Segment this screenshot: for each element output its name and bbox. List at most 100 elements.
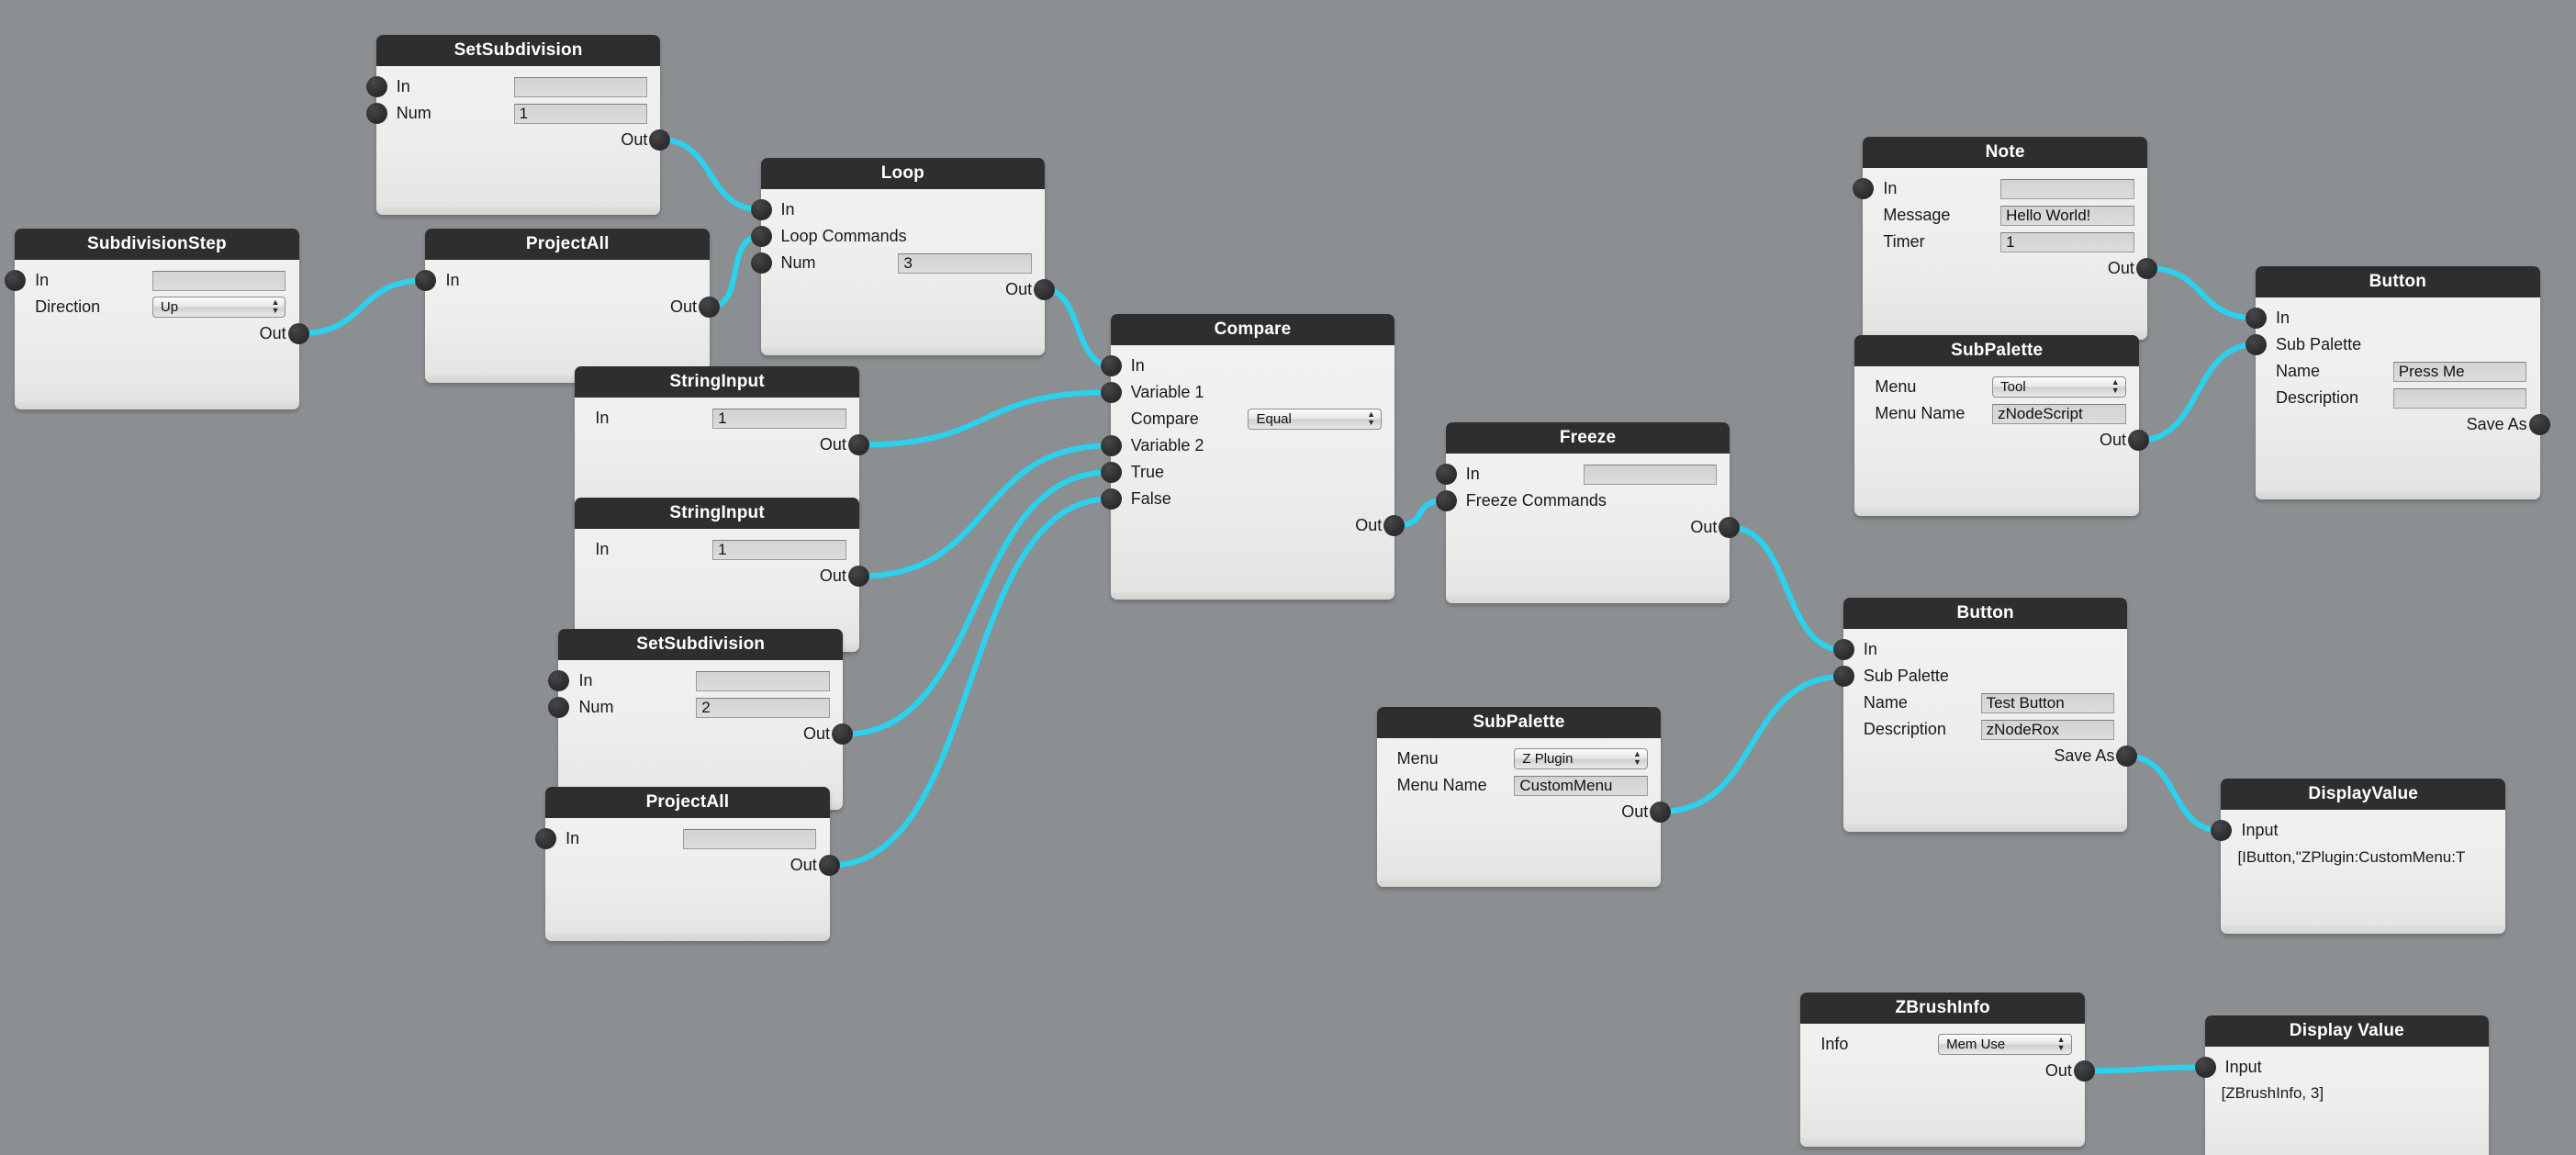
port-in-sub-palette[interactable] [2246, 333, 2268, 355]
port-out-out[interactable] [847, 566, 869, 588]
node-body: In Loop Commands Num 3 Out [750, 189, 1056, 347]
field-num[interactable]: 2 [696, 698, 830, 719]
port-in-in[interactable] [750, 198, 772, 220]
field-in[interactable] [151, 270, 286, 291]
port-in-in[interactable] [365, 75, 387, 97]
port-in-in[interactable] [5, 269, 27, 291]
port-in-variable-1[interactable] [1100, 381, 1122, 403]
port-in-in[interactable] [1832, 639, 1854, 661]
node-subpalette-1[interactable]: SubPalette Menu Tool ▲ ▼ Menu Name zNodeScript… [1854, 335, 2149, 516]
port-in-num[interactable] [548, 697, 570, 719]
node-zbrushinfo-1[interactable]: ZBrushInfo Info Mem Use ▲ ▼ Out [1800, 992, 2095, 1148]
port-in-num[interactable] [750, 252, 772, 274]
port-out-out[interactable] [1719, 516, 1741, 538]
node-displayvalue-1[interactable]: DisplayValue Input [IButton,"ZPlugin:Custo… [2211, 779, 2506, 934]
port-out-out[interactable] [699, 296, 721, 318]
node-row: Sub Palette [1832, 663, 2128, 690]
port-in-in[interactable] [2246, 307, 2268, 329]
field-name[interactable]: Press Me [2392, 361, 2527, 382]
select-info[interactable]: Mem Use ▲ ▼ [1938, 1033, 2072, 1055]
port-out-out[interactable] [649, 129, 671, 151]
field-menu-name[interactable]: CustomMenu [1514, 775, 1648, 796]
field-in[interactable]: 1 [712, 409, 846, 430]
field-in[interactable] [513, 76, 648, 97]
port-out-out[interactable] [2073, 1060, 2095, 1082]
port-in-input[interactable] [2211, 820, 2233, 842]
node-body: In Out [415, 260, 721, 375]
node-setsubdivision-2[interactable]: SetSubdivision In Num 2 Out [548, 629, 854, 811]
port-in-input[interactable] [2194, 1056, 2216, 1078]
port-in-in[interactable] [415, 269, 437, 291]
field-num[interactable]: 3 [898, 252, 1032, 274]
port-in-freeze-commands[interactable] [1435, 489, 1457, 511]
port-in-loop-commands[interactable] [750, 225, 772, 247]
port-in-sub-palette[interactable] [1832, 666, 1854, 688]
field-message[interactable]: Hello World! [2000, 205, 2134, 226]
node-title: SetSubdivision [375, 34, 661, 66]
field-in[interactable] [696, 671, 830, 692]
port-out-out[interactable] [832, 723, 854, 746]
node-projectall-2[interactable]: ProjectAll In Out [535, 787, 840, 942]
port-in-in[interactable] [548, 670, 570, 692]
port-in-false[interactable] [1100, 488, 1122, 510]
field-description[interactable]: zNodeRox [1980, 720, 2115, 741]
field-in[interactable] [1583, 464, 1718, 485]
field-menu-name[interactable]: zNodeScript [1992, 404, 2126, 425]
port-out-out[interactable] [287, 322, 309, 344]
port-in-in[interactable] [1853, 177, 1875, 199]
node-button-1[interactable]: Button In Sub Palette Name Press Me Descripti… [2246, 265, 2550, 500]
node-footer [15, 400, 299, 409]
row-label: Num [780, 252, 816, 272]
port-out-save-as[interactable] [2528, 413, 2550, 435]
field-description[interactable] [2392, 387, 2527, 409]
node-row: Message Hello World! [1863, 202, 2147, 229]
node-subpalette-2[interactable]: SubPalette Menu Z Plugin ▲ ▼ Menu Name CustomM… [1376, 706, 1672, 888]
node-body: In Sub Palette Name Press Me Description Save… [2246, 297, 2550, 491]
port-in-variable-2[interactable] [1100, 434, 1122, 456]
port-out-out[interactable] [2127, 430, 2149, 452]
port-out-out[interactable] [818, 855, 840, 877]
node-footer [2221, 925, 2506, 934]
field-name[interactable]: Test Button [1980, 693, 2115, 714]
row-label: In [595, 409, 610, 428]
field-timer[interactable]: 1 [2000, 231, 2134, 252]
port-out-out[interactable] [1383, 514, 1406, 536]
node-compare-1[interactable]: Compare In Variable 1 Compare Equal ▲ ▼ Variabl… [1100, 313, 1406, 600]
row-label: Description [1863, 720, 1946, 739]
port-in-in[interactable] [1100, 354, 1122, 376]
port-in-in[interactable] [535, 828, 557, 850]
node-setsubdivision-1[interactable]: SetSubdivision In Num 1 Out [365, 34, 671, 216]
node-displayvalue-2[interactable]: Display Value Input [ZBrushInfo, 3] [2194, 1015, 2490, 1155]
node-row: Out [1111, 512, 1406, 539]
select-menu[interactable]: Z Plugin ▲ ▼ [1514, 747, 1648, 769]
node-subdivisionstep-1[interactable]: SubdivisionStep In Direction Up ▲ ▼ Out [5, 228, 309, 409]
wire [2135, 342, 2259, 443]
node-freeze-1[interactable]: Freeze In Freeze Commands Out [1435, 421, 1741, 603]
field-in[interactable]: 1 [712, 540, 846, 561]
wire [2144, 265, 2259, 321]
wire [840, 469, 1114, 737]
port-out-out[interactable] [847, 434, 869, 456]
port-in-in[interactable] [1435, 463, 1457, 485]
row-label: Name [1863, 693, 1908, 712]
port-out-out[interactable] [2135, 257, 2157, 279]
select-menu[interactable]: Tool ▲ ▼ [1992, 376, 2126, 398]
node-graph-canvas[interactable]: SetSubdivision In Num 1 Out SubdivisionStep In… [0, 0, 2576, 1155]
select-compare[interactable]: Equal ▲ ▼ [1248, 408, 1382, 430]
port-out-out[interactable] [1650, 801, 1672, 823]
port-in-true[interactable] [1100, 461, 1122, 483]
node-button-2[interactable]: Button In Sub Palette Name Test Button Descri… [1832, 598, 2138, 832]
field-in[interactable] [682, 829, 817, 850]
row-label: Out [670, 297, 698, 316]
row-label: Menu [1396, 748, 1439, 768]
field-num[interactable]: 1 [513, 103, 648, 124]
port-out-out[interactable] [1034, 278, 1056, 300]
port-out-save-as[interactable] [2116, 746, 2138, 768]
node-loop-1[interactable]: Loop In Loop Commands Num 3 Out [750, 157, 1056, 355]
node-projectall-1[interactable]: ProjectAll In Out [415, 228, 721, 383]
port-in-num[interactable] [365, 102, 387, 124]
node-note-1[interactable]: Note In Message Hello World! Timer 1 Out [1853, 136, 2157, 341]
node-row: In [1435, 461, 1730, 488]
field-in[interactable] [2000, 178, 2134, 199]
select-direction[interactable]: Up ▲ ▼ [151, 296, 286, 318]
